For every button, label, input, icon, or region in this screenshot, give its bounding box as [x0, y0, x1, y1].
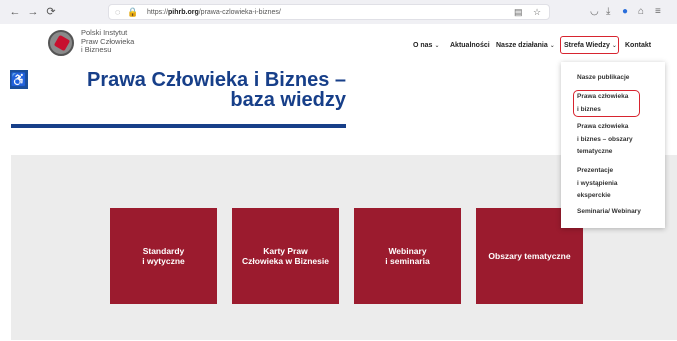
page-title: Prawa Człowieka i Biznes – baza wiedzy — [46, 70, 346, 110]
reload-icon[interactable]: ⟳ — [44, 5, 58, 19]
page-title-line: Prawa Człowieka i Biznes – — [87, 69, 346, 91]
tile-webinary[interactable]: Webinary i seminaria — [354, 208, 461, 304]
tile-karty-praw[interactable]: Karty Praw Człowieka w Biznesie — [232, 208, 339, 304]
chevron-down-icon: ⌄ — [549, 43, 555, 49]
bookmark-star-icon[interactable]: ☆ — [533, 6, 541, 19]
menu-hamburger-icon[interactable]: ≡ — [655, 5, 661, 19]
menu-item-o-nas[interactable]: O nas ⌄ — [413, 41, 439, 51]
shield-icon: ◌ — [115, 7, 121, 17]
address-bar[interactable]: ◌ 🔒 https://pihrb.org/prawa-czlowieka-i-… — [108, 4, 550, 20]
prawa-czlowieka-highlight — [573, 90, 640, 117]
strefa-wiedzy-dropdown: Nasze publikacje Prawa człowieka i bizne… — [561, 62, 665, 228]
url-text: https://pihrb.org/prawa-czlowieka-i-bizn… — [147, 9, 281, 16]
strefa-wiedzy-highlight — [560, 36, 619, 54]
menu-item-nasze-dzialania[interactable]: Nasze działania ⌄ — [496, 41, 555, 51]
chevron-down-icon: ⌄ — [434, 43, 440, 49]
pocket-icon[interactable]: ◡ — [590, 5, 599, 19]
dropdown-item-prezentacje[interactable]: Prezentacje i wystąpienia eksperckie — [577, 165, 661, 203]
extensions-icon[interactable]: ⌂ — [638, 5, 644, 19]
logo-icon[interactable] — [48, 30, 74, 56]
page-title-line: baza wiedzy — [230, 89, 346, 111]
tile-standardy[interactable]: Standardy i wytyczne — [110, 208, 217, 304]
download-icon[interactable]: ⤓ — [606, 5, 610, 19]
logo-line: i Biznesu — [81, 45, 112, 54]
lock-icon: 🔒 — [127, 7, 139, 17]
accessibility-icon[interactable]: ♿ — [10, 70, 28, 89]
back-arrow-icon[interactable]: ← — [8, 5, 22, 19]
menu-item-kontakt[interactable]: Kontakt — [625, 41, 651, 50]
title-underline — [11, 124, 346, 128]
forward-arrow-icon[interactable]: → — [26, 5, 40, 19]
browser-toolbar: ← → ⟳ ◌ 🔒 https://pihrb.org/prawa-czlowi… — [0, 0, 677, 24]
dropdown-item-seminaria-webinary[interactable]: Seminaria/ Webinary — [577, 206, 661, 219]
account-icon[interactable]: ● — [622, 5, 628, 19]
reader-view-icon[interactable]: ▤ — [514, 6, 523, 19]
dropdown-item-nasze-publikacje[interactable]: Nasze publikacje — [577, 72, 661, 85]
menu-item-aktualnosci[interactable]: Aktualności — [450, 41, 490, 50]
dropdown-item-obszary-tematyczne[interactable]: Prawa człowieka i biznes – obszary temat… — [577, 121, 661, 159]
logo-text[interactable]: Polski Instytut Praw Człowieka i Biznesu — [81, 28, 134, 55]
